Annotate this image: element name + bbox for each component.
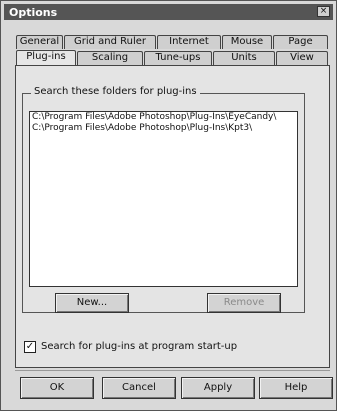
options-dialog: Options × General Grid and Ruler Interne… <box>0 0 337 411</box>
list-item[interactable]: C:\Program Files\Adobe Photoshop\Plug-In… <box>30 112 297 123</box>
window-title: Options <box>9 6 58 19</box>
new-button[interactable]: New... <box>55 293 129 313</box>
tab-scaling[interactable]: Scaling <box>77 51 143 65</box>
apply-button[interactable]: Apply <box>181 377 255 399</box>
tab-units[interactable]: Units <box>213 51 275 65</box>
list-item[interactable]: C:\Program Files\Adobe Photoshop\Plug-In… <box>30 123 297 134</box>
cancel-button[interactable]: Cancel <box>102 377 176 399</box>
ok-button[interactable]: OK <box>20 377 94 399</box>
help-button[interactable]: Help <box>259 377 333 399</box>
plugin-folders-list[interactable]: C:\Program Files\Adobe Photoshop\Plug-In… <box>29 111 298 287</box>
group-label: Search these folders for plug-ins <box>31 86 200 97</box>
tab-view[interactable]: View <box>276 51 328 65</box>
tab-mouse[interactable]: Mouse <box>222 35 272 49</box>
tab-page[interactable]: Page <box>273 35 328 49</box>
tab-plug-ins[interactable]: Plug-ins <box>16 50 76 66</box>
tab-internet[interactable]: Internet <box>157 35 221 49</box>
tab-general[interactable]: General <box>16 35 63 49</box>
startup-search-checkbox[interactable]: ✓ <box>24 341 36 353</box>
title-bar[interactable]: Options × <box>4 4 333 20</box>
close-button[interactable]: × <box>317 6 330 17</box>
divider <box>15 370 330 371</box>
remove-button[interactable]: Remove <box>207 293 281 313</box>
tab-grid-and-ruler[interactable]: Grid and Ruler <box>64 35 156 49</box>
tab-tune-ups[interactable]: Tune-ups <box>144 51 212 65</box>
startup-search-label[interactable]: Search for plug-ins at program start-up <box>41 341 237 352</box>
